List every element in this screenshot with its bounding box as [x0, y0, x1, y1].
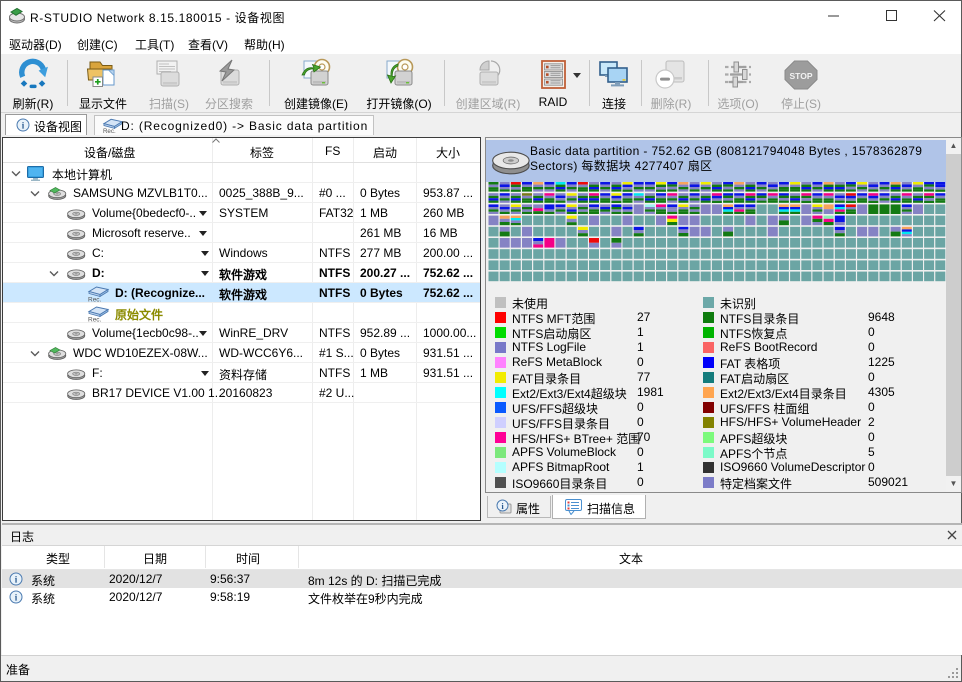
svg-text:Rec.: Rec. — [88, 297, 102, 303]
svg-text:STOP: STOP — [790, 71, 813, 81]
svg-text:Rec.: Rec. — [103, 128, 116, 134]
svg-text:Rec.: Rec. — [88, 317, 102, 323]
